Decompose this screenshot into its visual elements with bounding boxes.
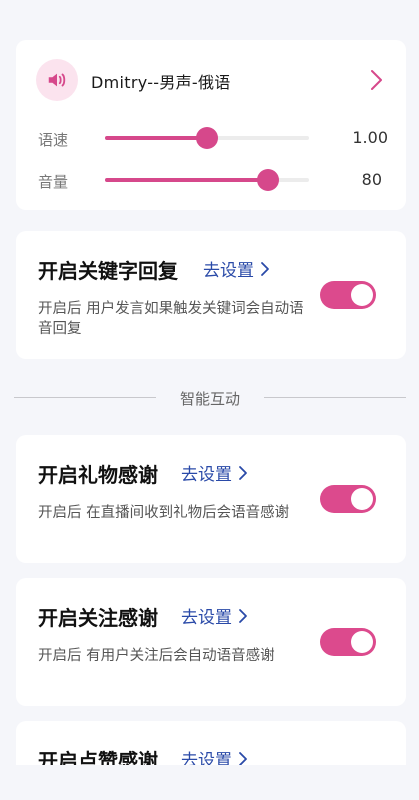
go-settings-label: 去设置 [181,608,232,628]
speed-slider-row: 语速 1.00 [38,123,388,153]
volume-value: 80 [361,170,382,189]
chevron-right-icon [239,751,247,765]
toggle-knob [351,488,373,510]
like-thanks-card: 开启点赞感谢 去设置 [16,721,406,765]
follow-thanks-toggle[interactable] [320,628,376,656]
volume-slider[interactable] [105,169,309,191]
feature-description: 开启后 有用户关注后会自动语音感谢 [38,648,275,664]
volume-slider-row: 音量 80 [38,165,388,195]
volume-label: 音量 [38,173,69,191]
feature-description: 开启后 用户发言如果触发关键词会自动语音回复 [38,301,304,337]
go-settings-link[interactable]: 去设置 [181,603,248,628]
chevron-right-icon[interactable] [366,68,386,92]
volume-slider-fill [105,178,269,182]
go-settings-link[interactable]: 去设置 [181,460,248,485]
feature-title: 开启关键字回复 [38,259,178,283]
keyword-reply-toggle[interactable] [320,281,376,309]
volume-slider-thumb[interactable] [257,169,280,191]
go-settings-label: 去设置 [181,751,232,765]
speed-slider[interactable] [105,127,309,149]
go-settings-link[interactable]: 去设置 [181,746,248,765]
speed-label: 语速 [38,131,69,149]
chevron-right-icon [239,465,247,480]
feature-description: 开启后 在直播间收到礼物后会语音感谢 [38,505,290,521]
section-divider: 智能互动 [14,386,406,410]
go-settings-label: 去设置 [181,465,232,485]
speed-value: 1.00 [352,128,388,147]
speed-slider-fill [105,136,207,140]
speaker-icon [36,59,78,101]
divider-line-right [264,397,406,398]
gift-thanks-toggle[interactable] [320,485,376,513]
voice-name: Dmitry--男声-俄语 [91,73,231,92]
feature-title: 开启礼物感谢 [38,463,158,487]
toggle-knob [351,631,373,653]
go-settings-label: 去设置 [203,261,254,281]
speed-slider-thumb[interactable] [196,127,218,149]
feature-title: 开启点赞感谢 [38,749,158,765]
toggle-knob [351,284,373,306]
follow-thanks-card: 开启关注感谢 去设置 开启后 有用户关注后会自动语音感谢 [16,578,406,706]
chevron-right-icon [239,608,247,623]
go-settings-link[interactable]: 去设置 [203,256,270,281]
feature-title: 开启关注感谢 [38,606,158,630]
voice-settings-card: Dmitry--男声-俄语 语速 1.00 音量 80 [16,40,406,210]
section-divider-label: 智能互动 [179,390,240,408]
chevron-right-icon [261,261,269,276]
keyword-reply-card: 开启关键字回复 去设置 开启后 用户发言如果触发关键词会自动语音回复 [16,231,406,359]
gift-thanks-card: 开启礼物感谢 去设置 开启后 在直播间收到礼物后会语音感谢 [16,435,406,563]
